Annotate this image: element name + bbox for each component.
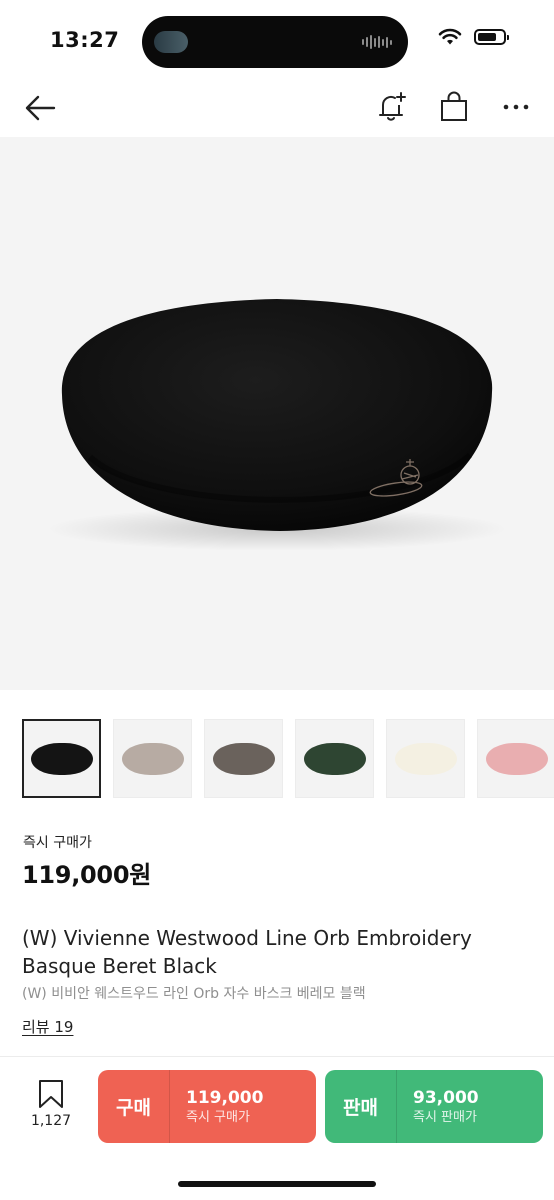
beret-thumbnail-image <box>121 742 184 775</box>
thumbnail-gray[interactable] <box>204 719 283 798</box>
thumbnail-green[interactable] <box>295 719 374 798</box>
back-button[interactable] <box>20 90 60 126</box>
dynamic-island <box>142 16 408 68</box>
home-indicator[interactable] <box>178 1181 376 1187</box>
cart-button[interactable] <box>436 88 472 126</box>
bookmark-button[interactable]: 1,127 <box>20 1079 82 1139</box>
arrow-left-icon <box>25 95 56 121</box>
beret-thumbnail-image <box>303 742 366 775</box>
product-title-en: (W) Vivienne Westwood Line Orb Embroider… <box>22 926 472 978</box>
product-image[interactable] <box>0 137 554 690</box>
product-title-ko: (W) 비비안 웨스트우드 라인 Orb 자수 바스크 베레모 블랙 <box>22 986 366 1002</box>
thumbnail-black[interactable] <box>22 719 101 798</box>
battery-icon <box>474 29 509 45</box>
thumbnail-pink[interactable] <box>477 719 554 798</box>
status-icons <box>438 28 509 46</box>
more-horizontal-icon <box>503 104 529 110</box>
sell-sub-label: 즉시 판매가 <box>413 1109 477 1125</box>
thumbnail-ivory[interactable] <box>386 719 465 798</box>
sell-price: 93,000 <box>413 1087 479 1108</box>
price-alert-button[interactable] <box>374 88 410 126</box>
audio-wave-icon <box>362 34 392 50</box>
color-thumbnails <box>22 719 554 799</box>
buy-button[interactable]: 구매 119,000 즉시 구매가 <box>98 1070 316 1143</box>
beret-photo <box>47 299 507 551</box>
buy-label: 구매 <box>98 1070 170 1143</box>
bottom-action-bar: 1,127 구매 119,000 즉시 구매가 판매 93,000 즉시 판매가 <box>0 1057 554 1200</box>
sell-label: 판매 <box>325 1070 397 1143</box>
price-label: 즉시 구매가 <box>23 835 92 851</box>
nav-bar <box>0 80 554 136</box>
sell-info: 93,000 즉시 판매가 <box>397 1070 543 1143</box>
nav-actions <box>374 88 534 126</box>
beret-thumbnail-image <box>30 742 93 775</box>
beret-thumbnail-image <box>485 742 548 775</box>
status-bar: 13:27 <box>0 0 554 80</box>
thumbnail-beige[interactable] <box>113 719 192 798</box>
buy-price: 119,000 <box>186 1087 264 1108</box>
review-link[interactable]: 리뷰 19 <box>22 1016 73 1037</box>
buy-sub-label: 즉시 구매가 <box>186 1109 250 1125</box>
price-value: 119,000원 <box>22 861 151 889</box>
bell-plus-icon <box>379 92 406 121</box>
status-time: 13:27 <box>50 28 120 52</box>
beret-thumbnail-image <box>394 742 457 775</box>
more-button[interactable] <box>498 88 534 126</box>
bookmark-count: 1,127 <box>30 1113 72 1129</box>
island-app-thumbnail <box>154 31 188 53</box>
wifi-icon <box>438 28 462 45</box>
shopping-bag-icon <box>441 91 467 121</box>
buy-info: 119,000 즉시 구매가 <box>170 1070 316 1143</box>
sell-button[interactable]: 판매 93,000 즉시 판매가 <box>325 1070 543 1143</box>
bookmark-icon <box>39 1080 63 1108</box>
beret-thumbnail-image <box>212 742 275 775</box>
